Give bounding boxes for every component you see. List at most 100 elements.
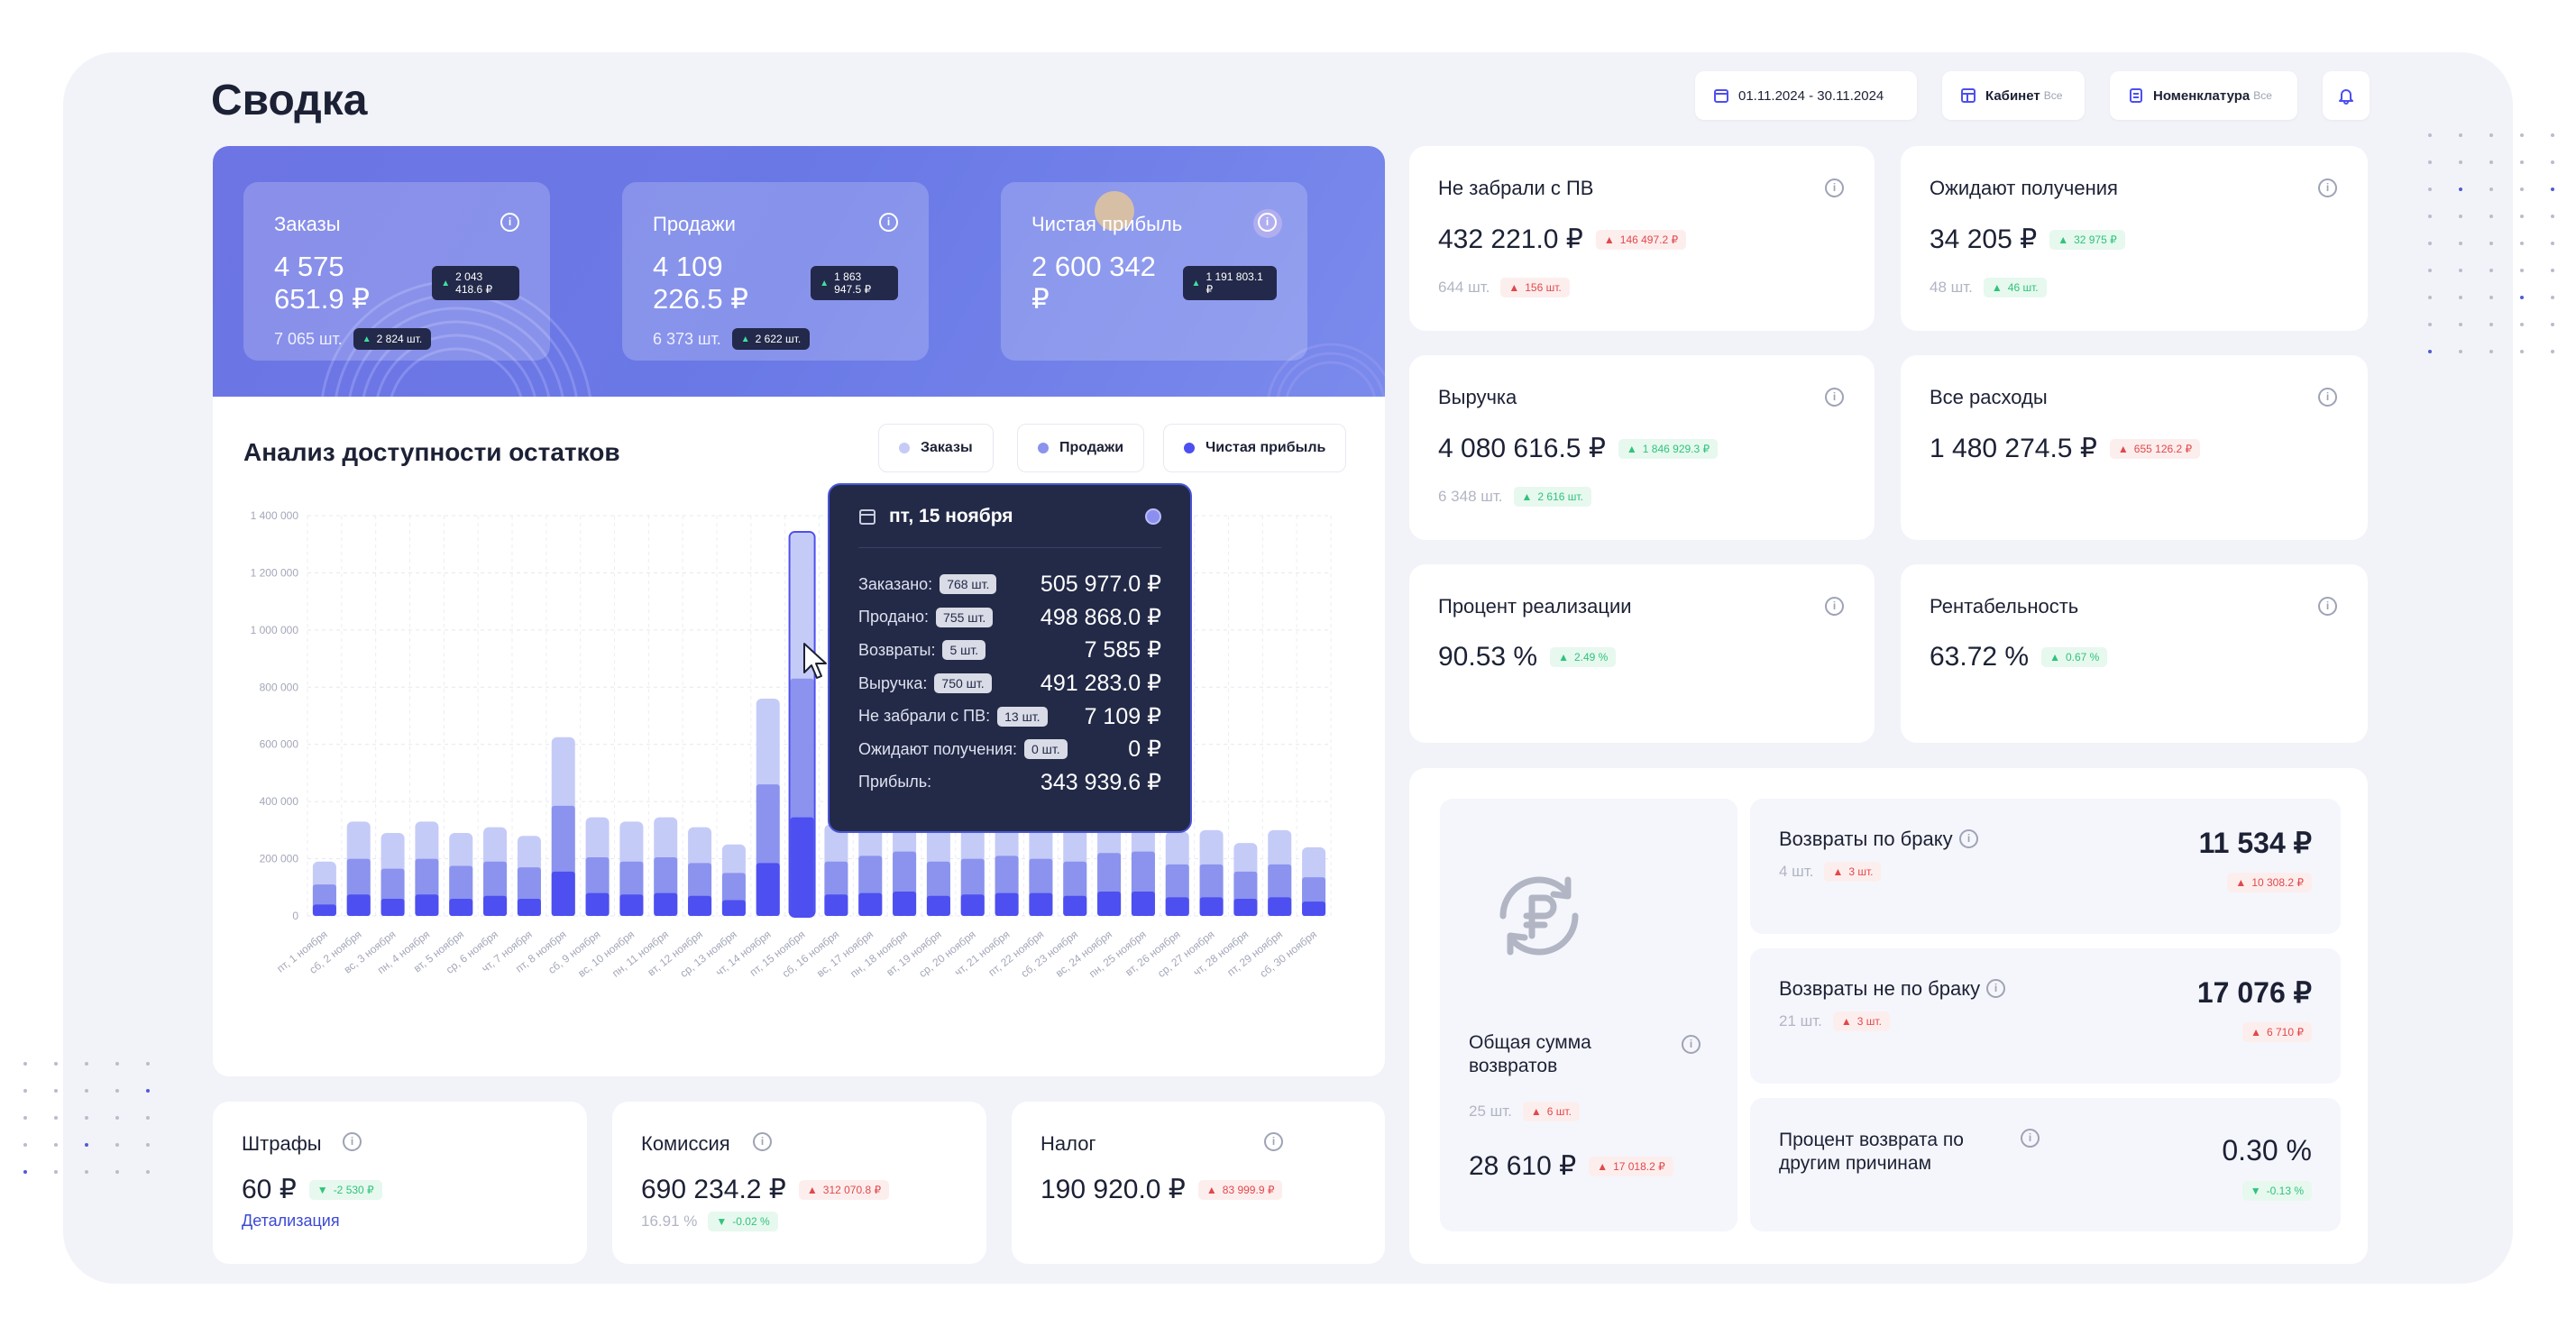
document-icon xyxy=(2130,88,2142,103)
notifications-button[interactable] xyxy=(2323,71,2370,120)
table-icon xyxy=(1961,88,1976,103)
info-icon[interactable]: i xyxy=(1825,388,1844,407)
total-returns-count: 25 шт. xyxy=(1469,1103,1512,1120)
fines-details-link[interactable]: Детализация xyxy=(242,1212,340,1231)
delta-text: 3 шт. xyxy=(1848,865,1874,878)
profit-value: 2 600 342 ₽ xyxy=(1031,251,1156,315)
bar-profit xyxy=(858,892,883,916)
bar-profit xyxy=(721,900,746,916)
bar-profit xyxy=(960,894,985,916)
commission-value: 690 234.2 ₽ xyxy=(641,1175,786,1204)
y-tick-label: 400 000 xyxy=(260,795,299,808)
y-tick-label: 1 200 000 xyxy=(251,566,299,579)
commission-pct-delta: ▼ -0.02 % xyxy=(708,1212,778,1231)
legend-profit[interactable]: Чистая прибыль xyxy=(1163,424,1347,472)
non-defect-returns-count: 21 шт. xyxy=(1779,1012,1822,1029)
cabinet-filter[interactable]: Кабинет Все xyxy=(1942,71,2085,120)
tooltip-row: Возвраты: 5 шт. 7 585 ₽ xyxy=(858,634,1161,667)
profit-delta: 1 191 803.1 ₽ xyxy=(1205,270,1263,296)
calendar-icon xyxy=(1714,89,1728,103)
date-range-picker[interactable]: 01.11.2024 - 30.11.2024 xyxy=(1695,71,1917,120)
awaiting-count-delta: ▲ 46 шт. xyxy=(1983,278,2047,297)
tooltip-row-label: Выручка: xyxy=(858,673,928,692)
info-icon[interactable]: i xyxy=(1682,1035,1701,1054)
info-icon[interactable]: i xyxy=(1258,213,1277,232)
legend-dot-icon xyxy=(1038,443,1049,453)
tooltip-row-value: 7 109 ₽ xyxy=(1084,703,1161,729)
total-returns-delta: ▲ 17 018.2 ₽ xyxy=(1589,1156,1673,1176)
tooltip-row-value: 491 283.0 ₽ xyxy=(1040,671,1161,697)
y-tick-label: 200 000 xyxy=(260,853,299,865)
non-defect-returns-value: 17 076 ₽ xyxy=(2196,976,2312,1009)
tax-delta: ▲ 83 999.9 ₽ xyxy=(1197,1179,1283,1200)
total-returns-value: 28 610 ₽ xyxy=(1469,1151,1577,1181)
delta-text: 6 шт. xyxy=(1546,1105,1572,1118)
ruble-refresh-icon xyxy=(1499,876,1579,956)
info-icon[interactable]: i xyxy=(1959,829,1978,848)
not-picked-count-delta: ▲ 156 шт. xyxy=(1500,278,1570,297)
profit-label: Чистая прибыль xyxy=(1031,213,1183,235)
bar-profit xyxy=(449,898,473,916)
non-defect-returns-label: Возвраты не по браку xyxy=(1779,977,1981,1000)
info-icon[interactable]: i xyxy=(879,213,898,232)
nomenclature-filter[interactable]: Номенклатура Все xyxy=(2110,71,2297,120)
tooltip-row-value: 498 868.0 ₽ xyxy=(1040,604,1161,630)
tooltip-date: пт, 15 ноября xyxy=(889,505,1013,526)
delta-text: 655 126.2 ₽ xyxy=(2133,442,2193,455)
info-icon[interactable]: i xyxy=(2318,597,2337,616)
delta-text: 32 975 ₽ xyxy=(2074,233,2117,246)
awaiting-delta: ▲ 32 975 ₽ xyxy=(2049,229,2125,250)
y-tick-label: 0 xyxy=(292,910,298,922)
page-title: Сводка xyxy=(211,77,368,124)
info-icon[interactable]: i xyxy=(2318,388,2337,407)
info-icon[interactable]: i xyxy=(2021,1129,2040,1148)
tooltip-row-label: Возвраты: xyxy=(858,640,936,659)
fines-value: 60 ₽ xyxy=(242,1175,297,1204)
info-icon[interactable]: i xyxy=(1264,1132,1283,1151)
delta-text: 312 070.8 ₽ xyxy=(822,1183,882,1196)
info-icon[interactable]: i xyxy=(343,1132,362,1151)
tooltip-row: Заказано: 768 шт. 505 977.0 ₽ xyxy=(858,568,1161,601)
cabinet-label: Кабинет xyxy=(1985,87,2040,104)
legend-orders[interactable]: Заказы xyxy=(878,424,994,472)
orders-count-delta: 2 824 шт. xyxy=(376,333,423,345)
info-icon[interactable]: i xyxy=(2318,178,2337,197)
info-icon[interactable]: i xyxy=(1825,597,1844,616)
info-icon[interactable]: i xyxy=(1986,979,2005,998)
y-tick-label: 1 000 000 xyxy=(251,624,299,636)
awaiting-count: 48 шт. xyxy=(1930,279,1973,296)
tooltip-row: Ожидают получения: 0 шт. 0 ₽ xyxy=(858,733,1161,766)
info-icon[interactable]: i xyxy=(1825,178,1844,197)
tax-label: Налог xyxy=(1040,1132,1096,1155)
bar-profit xyxy=(995,892,1019,916)
other-returns-value: 0.30 % xyxy=(2222,1134,2312,1167)
tooltip-row-value: 0 ₽ xyxy=(1128,737,1161,763)
expenses-delta: ▲ 655 126.2 ₽ xyxy=(2109,438,2201,459)
sales-count: 6 373 шт. xyxy=(653,329,721,348)
legend-sales[interactable]: Продажи xyxy=(1017,424,1145,472)
defect-returns-label: Возвраты по браку xyxy=(1779,828,1953,850)
profitability-value: 63.72 % xyxy=(1930,642,2030,672)
not-picked-count: 644 шт. xyxy=(1438,279,1490,296)
not-picked-card: Не забрали с ПВ i 432 221.0 ₽ ▲ 146 497.2… xyxy=(1409,146,1875,331)
bar-profit xyxy=(1268,897,1292,916)
defect-returns-count-delta: ▲ 3 шт. xyxy=(1824,862,1882,882)
revenue-value: 4 080 616.5 ₽ xyxy=(1438,434,1606,463)
info-icon[interactable]: i xyxy=(753,1132,772,1151)
delta-text: 2.49 % xyxy=(1573,651,1609,663)
orders-card: Заказы i 4 575 651.9 ₽ ▲ 2 043 418.6 ₽ 7 0… xyxy=(243,182,550,361)
legend-dot-icon xyxy=(1184,443,1195,453)
info-icon[interactable]: i xyxy=(500,213,519,232)
legend-profit-label: Чистая прибыль xyxy=(1205,440,1326,455)
delta-text: 6 710 ₽ xyxy=(2267,1026,2304,1039)
fines-label: Штрафы xyxy=(242,1132,322,1155)
tooltip-row-qty: 755 шт. xyxy=(936,607,994,627)
bar-profit xyxy=(824,894,848,916)
bar-profit xyxy=(517,898,541,916)
bar-profit xyxy=(312,904,336,916)
tooltip-row-qty: 768 шт. xyxy=(940,574,997,595)
other-returns-card: Процент возврата по другим причинам i 0.… xyxy=(1750,1098,2341,1231)
bar-profit xyxy=(1233,898,1258,916)
decor-dots-left xyxy=(23,1062,177,1197)
total-returns-count-row: 25 шт. ▲ 6 шт. xyxy=(1469,1102,1580,1121)
